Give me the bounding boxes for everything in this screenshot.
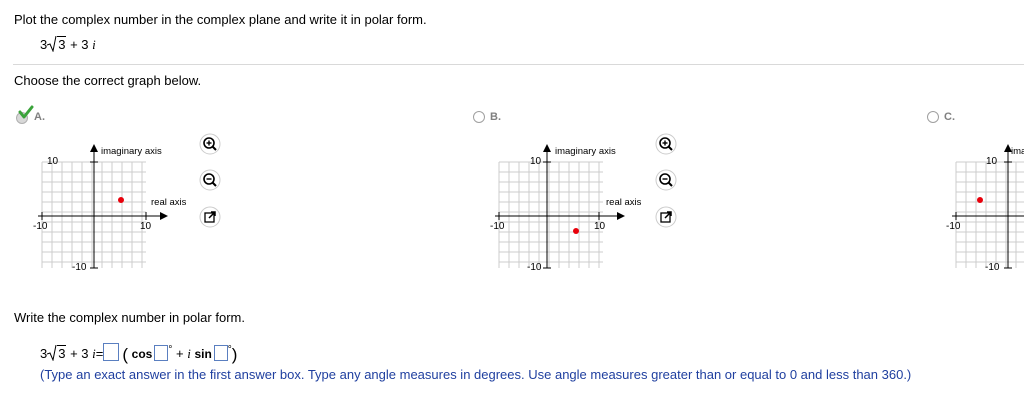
tick-neg10-left-a: -10: [33, 221, 48, 232]
tick-neg10-bottom-b: -10: [527, 262, 542, 273]
tick-10-right-a: 10: [140, 221, 152, 232]
eq-rest: + 3: [70, 346, 89, 361]
tick-neg10-bottom-c: -10: [985, 262, 1000, 273]
sin-angle-answer-box[interactable]: [213, 345, 228, 361]
cos-degree: °: [168, 344, 173, 356]
sin-imag: i: [187, 346, 191, 361]
imag-unit: i: [92, 37, 96, 52]
instructions: (Type an exact answer in the first answe…: [40, 367, 912, 382]
point-a: [118, 197, 124, 203]
tick-10-top-a: 10: [47, 156, 59, 167]
radical-sign-icon: [47, 344, 57, 362]
complex-number: 33 + 3 i: [40, 35, 96, 53]
question-prompt: Plot the complex number in the complex p…: [14, 12, 427, 27]
cos-label: cos: [131, 347, 153, 361]
zoom-out-icon[interactable]: [655, 169, 677, 191]
popout-icon[interactable]: [199, 206, 221, 228]
polar-equation: 33 + 3 i=( cos ° + i sin °): [40, 343, 237, 365]
zoom-in-icon[interactable]: [199, 133, 221, 155]
sin-label: sin: [194, 347, 212, 361]
option-c-radio[interactable]: [927, 111, 939, 123]
point-b: [573, 228, 579, 234]
radical-sign-icon: [47, 35, 57, 53]
part1-prompt: Choose the correct graph below.: [14, 73, 202, 88]
tick-10-top-b: 10: [530, 156, 542, 167]
tick-neg10-left-b: -10: [490, 221, 505, 232]
eq-coef: 3: [40, 346, 48, 361]
eq-sqrt: 3: [47, 344, 67, 362]
real-axis-label-b: real axis: [606, 197, 642, 208]
zoom-out-icon[interactable]: [199, 169, 221, 191]
tick-neg10-left-c: -10: [946, 221, 961, 232]
option-c-label[interactable]: C.: [944, 111, 955, 123]
real-axis-label-a: real axis: [151, 197, 187, 208]
divider: [13, 64, 1024, 65]
imag-axis-label-b: imaginary axis: [555, 146, 616, 157]
sqrt: 3: [47, 35, 67, 53]
option-a-label[interactable]: A.: [34, 111, 45, 123]
point-c: [977, 197, 983, 203]
tick-10-top-c: 10: [986, 156, 998, 167]
eq-equals: =: [95, 346, 104, 361]
tick-neg10-bottom-a: -10: [72, 262, 87, 273]
paren-open: (: [122, 345, 129, 364]
imag-axis-label-c: ima: [1011, 146, 1024, 157]
paren-close: ): [231, 345, 238, 364]
plus-sign: +: [175, 346, 184, 361]
popout-icon[interactable]: [655, 206, 677, 228]
cos-angle-answer-box[interactable]: [154, 345, 169, 361]
zoom-in-icon[interactable]: [655, 133, 677, 155]
radicand: 3: [57, 36, 67, 52]
eq-radicand: 3: [57, 345, 67, 361]
option-b-label[interactable]: B.: [490, 111, 501, 123]
option-b-radio[interactable]: [473, 111, 485, 123]
graph-c: [952, 144, 1024, 269]
coef: 3: [40, 37, 48, 52]
modulus-answer-box[interactable]: [103, 343, 120, 361]
part2-prompt: Write the complex number in polar form.: [14, 310, 245, 325]
imag-axis-label-a: imaginary axis: [101, 146, 162, 157]
check-icon: [18, 105, 34, 119]
rest: + 3: [70, 37, 89, 52]
tick-10-right-b: 10: [594, 221, 606, 232]
